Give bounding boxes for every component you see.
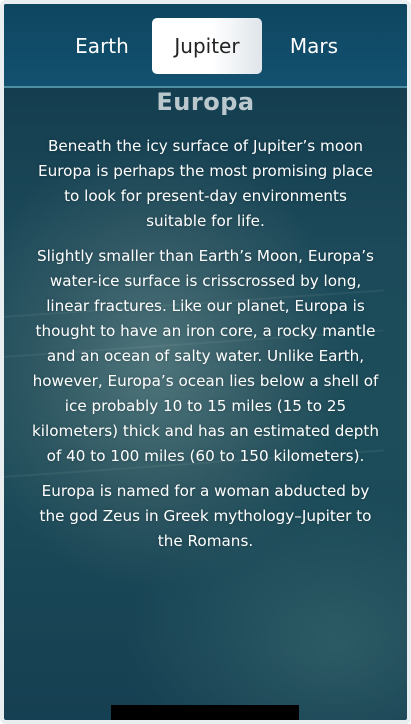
page-title: Europa (156, 88, 255, 116)
home-indicator[interactable] (111, 705, 299, 720)
app-frame: Earth Jupiter Mars Europa Beneath the ic… (0, 0, 411, 724)
paragraph: Slightly smaller than Earth’s Moon, Euro… (32, 247, 379, 465)
tab-jupiter[interactable]: Jupiter (152, 18, 262, 74)
paragraph: Europa is named for a woman abducted by … (39, 482, 372, 550)
tab-mars[interactable]: Mars (264, 18, 364, 74)
planet-tab-bar: Earth Jupiter Mars (4, 4, 407, 88)
paragraph: Beneath the icy surface of Jupiter’s moo… (38, 137, 373, 230)
article-body: Beneath the icy surface of Jupiter’s moo… (32, 134, 379, 564)
tab-earth[interactable]: Earth (52, 18, 152, 74)
